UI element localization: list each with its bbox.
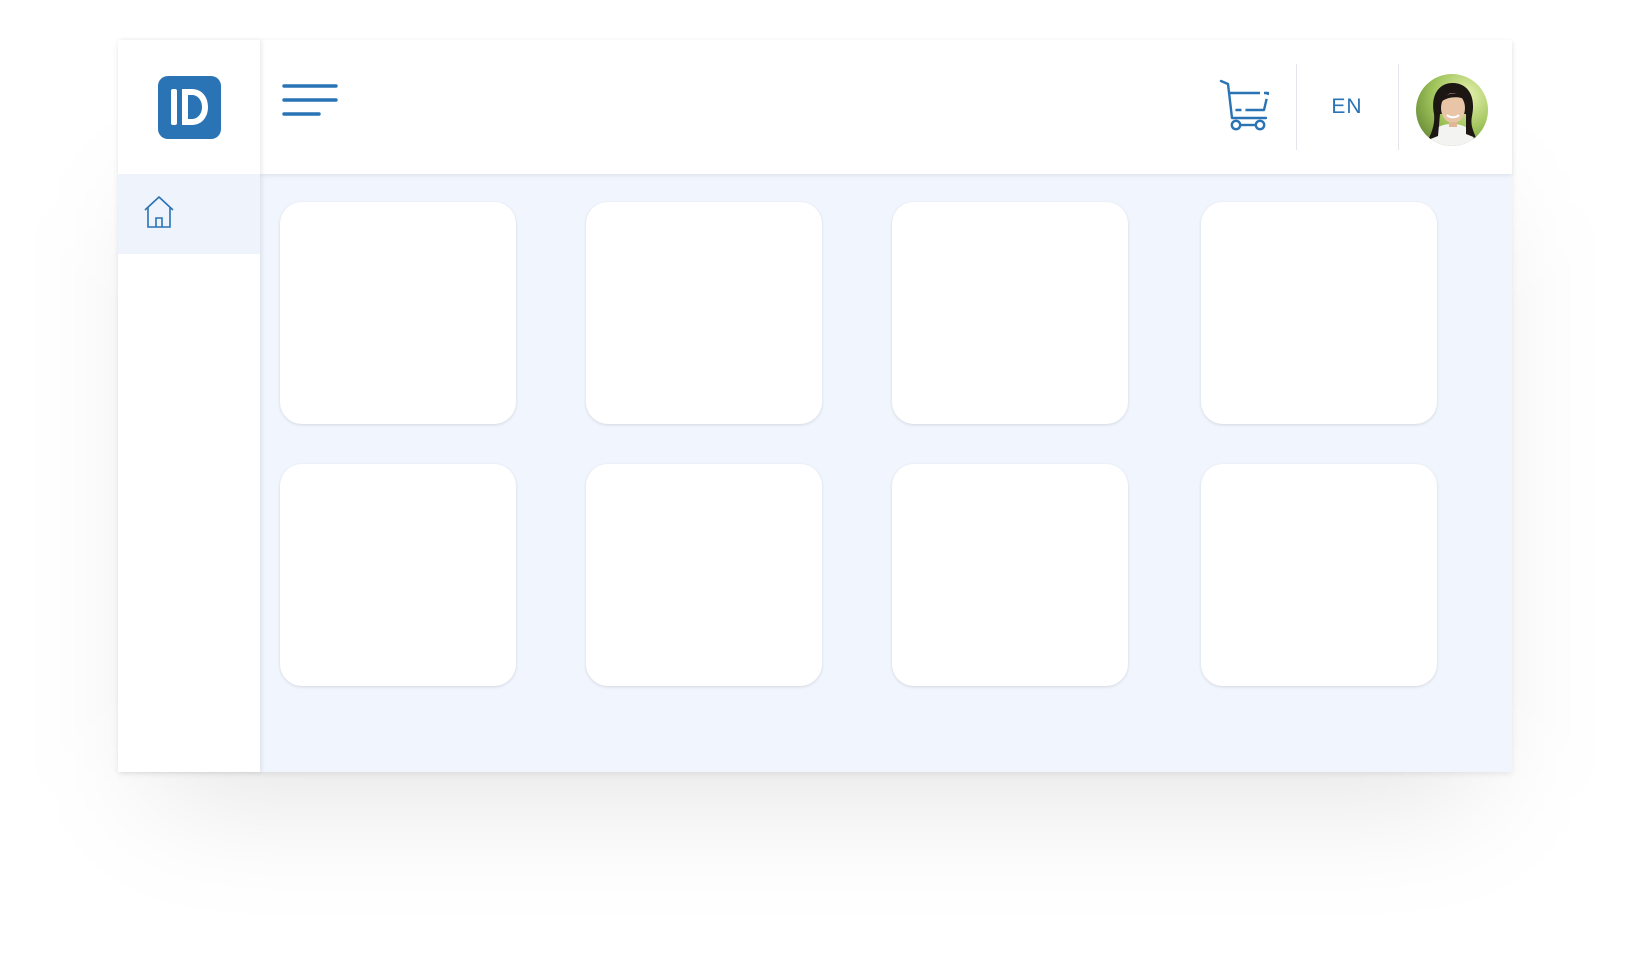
card[interactable] [892,464,1128,686]
hamburger-menu-icon[interactable] [282,82,338,122]
card-grid [260,174,1512,772]
card[interactable] [586,464,822,686]
top-bar: EN [260,40,1512,174]
card[interactable] [280,464,516,686]
home-icon [142,194,176,235]
card[interactable] [280,202,516,424]
user-avatar[interactable] [1416,74,1488,146]
language-selector[interactable]: EN [1300,40,1394,174]
app-window: EN [118,40,1512,772]
card[interactable] [1201,202,1437,424]
card[interactable] [1201,464,1437,686]
divider [1398,64,1399,150]
divider [1296,64,1297,150]
sidebar [118,40,260,772]
logo-area [118,40,260,174]
page: EN [0,0,1630,970]
card[interactable] [586,202,822,424]
shopping-cart-icon[interactable] [1218,78,1274,138]
language-label: EN [1331,95,1363,118]
id-logo-icon[interactable] [157,75,221,139]
sidebar-item-home[interactable] [118,174,260,254]
card[interactable] [892,202,1128,424]
